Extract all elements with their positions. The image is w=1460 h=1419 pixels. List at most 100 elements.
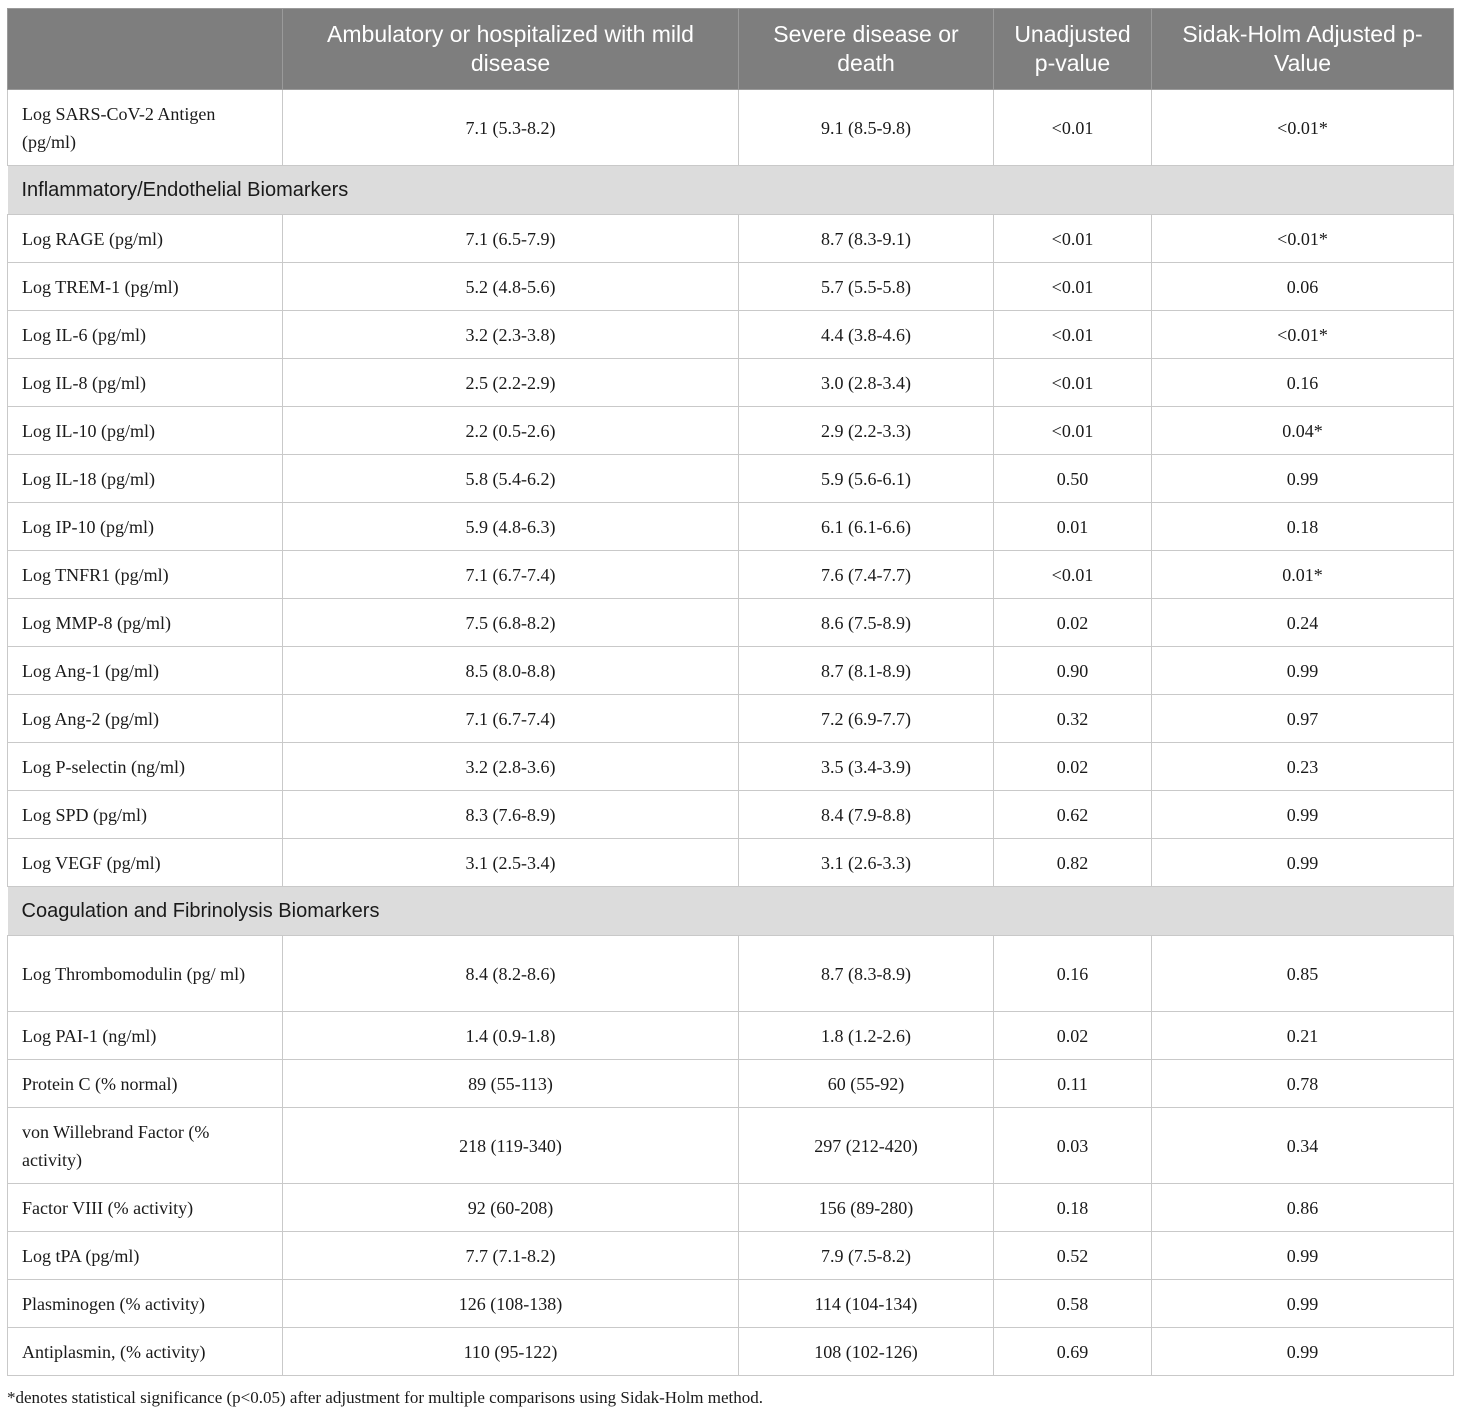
severe-value: 8.7 (8.1-8.9) [738, 646, 994, 695]
adjusted-p-value: 0.99 [1151, 1231, 1454, 1280]
adjusted-p-value: 0.99 [1151, 1327, 1454, 1376]
mild-value: 110 (95-122) [282, 1327, 739, 1376]
severe-value: 6.1 (6.1-6.6) [738, 502, 994, 551]
biomarker-name: Log RAGE (pg/ml) [7, 214, 283, 263]
mild-value: 5.8 (5.4-6.2) [282, 454, 739, 503]
severe-value: 3.5 (3.4-3.9) [738, 742, 994, 791]
biomarker-name: Log Ang-2 (pg/ml) [7, 694, 283, 743]
biomarker-name: von Willebrand Factor (% activity) [7, 1107, 283, 1184]
severe-value: 2.9 (2.2-3.3) [738, 406, 994, 455]
biomarker-name: Log IL-10 (pg/ml) [7, 406, 283, 455]
header-biomarker [7, 8, 283, 90]
severe-value: 7.6 (7.4-7.7) [738, 550, 994, 599]
unadjusted-p-value: 0.03 [993, 1107, 1152, 1184]
table-row: Factor VIII (% activity) 92 (60-208) 156 (… [7, 1183, 1454, 1232]
biomarker-name: Log SPD (pg/ml) [7, 790, 283, 839]
unadjusted-p-value: 0.69 [993, 1327, 1152, 1376]
unadjusted-p-value: 0.02 [993, 742, 1152, 791]
mild-value: 126 (108-138) [282, 1279, 739, 1328]
unadjusted-p-value: <0.01 [993, 310, 1152, 359]
unadjusted-p-value: <0.01 [993, 358, 1152, 407]
mild-value: 2.2 (0.5-2.6) [282, 406, 739, 455]
adjusted-p-value: 0.34 [1151, 1107, 1454, 1184]
table-row: Log Thrombomodulin (pg/ ml) 8.4 (8.2-8.6)… [7, 935, 1454, 1012]
biomarker-name: Log SARS-CoV-2 Antigen (pg/ml) [7, 89, 283, 166]
table-row: Log TREM-1 (pg/ml) 5.2 (4.8-5.6) 5.7 (5.5-… [7, 262, 1454, 311]
severe-value: 8.6 (7.5-8.9) [738, 598, 994, 647]
biomarker-name: Log MMP-8 (pg/ml) [7, 598, 283, 647]
table-header: Ambulatory or hospitalized with mild dis… [7, 8, 1454, 90]
table-row: Log IL-10 (pg/ml) 2.2 (0.5-2.6) 2.9 (2.2-3… [7, 406, 1454, 455]
severe-value: 5.7 (5.5-5.8) [738, 262, 994, 311]
unadjusted-p-value: 0.58 [993, 1279, 1152, 1328]
unadjusted-p-value: <0.01 [993, 214, 1152, 263]
unadjusted-p-value: 0.18 [993, 1183, 1152, 1232]
table-row: Log Ang-1 (pg/ml) 8.5 (8.0-8.8) 8.7 (8.1-8… [7, 646, 1454, 695]
table-row: Log IL-6 (pg/ml) 3.2 (2.3-3.8) 4.4 (3.8-4.… [7, 310, 1454, 359]
adjusted-p-value: 0.23 [1151, 742, 1454, 791]
mild-value: 7.1 (5.3-8.2) [282, 89, 739, 166]
biomarker-table: Ambulatory or hospitalized with mild dis… [7, 8, 1454, 1376]
biomarker-name: Log IP-10 (pg/ml) [7, 502, 283, 551]
severe-value: 8.7 (8.3-9.1) [738, 214, 994, 263]
adjusted-p-value: 0.01* [1151, 550, 1454, 599]
mild-value: 5.9 (4.8-6.3) [282, 502, 739, 551]
table-row: Log RAGE (pg/ml) 7.1 (6.5-7.9) 8.7 (8.3-9.… [7, 214, 1454, 263]
mild-value: 8.4 (8.2-8.6) [282, 935, 739, 1012]
table-row: Log IL-18 (pg/ml) 5.8 (5.4-6.2) 5.9 (5.6-6… [7, 454, 1454, 503]
mild-value: 7.7 (7.1-8.2) [282, 1231, 739, 1280]
adjusted-p-value: 0.16 [1151, 358, 1454, 407]
biomarker-name: Log tPA (pg/ml) [7, 1231, 283, 1280]
table-row: Log IL-8 (pg/ml) 2.5 (2.2-2.9) 3.0 (2.8-3.… [7, 358, 1454, 407]
adjusted-p-value: 0.99 [1151, 838, 1454, 887]
table-row: Log SPD (pg/ml) 8.3 (7.6-8.9) 8.4 (7.9-8.8… [7, 790, 1454, 839]
severe-value: 7.9 (7.5-8.2) [738, 1231, 994, 1280]
unadjusted-p-value: 0.11 [993, 1059, 1152, 1108]
biomarker-name: Plasminogen (% activity) [7, 1279, 283, 1328]
mild-value: 3.2 (2.3-3.8) [282, 310, 739, 359]
biomarker-name: Log Thrombomodulin (pg/ ml) [7, 935, 283, 1012]
section-row: Coagulation and Fibrinolysis Biomarkers [7, 886, 1454, 936]
biomarker-name: Protein C (% normal) [7, 1059, 283, 1108]
biomarker-name: Log IL-6 (pg/ml) [7, 310, 283, 359]
mild-value: 7.1 (6.7-7.4) [282, 550, 739, 599]
unadjusted-p-value: 0.16 [993, 935, 1152, 1012]
adjusted-p-value: 0.85 [1151, 935, 1454, 1012]
unadjusted-p-value: 0.32 [993, 694, 1152, 743]
mild-value: 3.1 (2.5-3.4) [282, 838, 739, 887]
adjusted-p-value: 0.06 [1151, 262, 1454, 311]
severe-value: 297 (212-420) [738, 1107, 994, 1184]
adjusted-p-value: 0.99 [1151, 454, 1454, 503]
unadjusted-p-value: 0.82 [993, 838, 1152, 887]
adjusted-p-value: 0.86 [1151, 1183, 1454, 1232]
table-row: Log Ang-2 (pg/ml) 7.1 (6.7-7.4) 7.2 (6.9-7… [7, 694, 1454, 743]
adjusted-p-value: 0.21 [1151, 1011, 1454, 1060]
table-row: Log IP-10 (pg/ml) 5.9 (4.8-6.3) 6.1 (6.1-6… [7, 502, 1454, 551]
header-severe-disease: Severe disease or death [738, 8, 994, 90]
severe-value: 5.9 (5.6-6.1) [738, 454, 994, 503]
adjusted-p-value: 0.04* [1151, 406, 1454, 455]
header-row: Ambulatory or hospitalized with mild dis… [7, 8, 1454, 90]
table-row: Protein C (% normal) 89 (55-113) 60 (55-92… [7, 1059, 1454, 1108]
adjusted-p-value: <0.01* [1151, 89, 1454, 166]
biomarker-name: Log VEGF (pg/ml) [7, 838, 283, 887]
unadjusted-p-value: 0.02 [993, 598, 1152, 647]
severe-value: 60 (55-92) [738, 1059, 994, 1108]
table-row: Log SARS-CoV-2 Antigen (pg/ml) 7.1 (5.3-8… [7, 89, 1454, 166]
mild-value: 92 (60-208) [282, 1183, 739, 1232]
unadjusted-p-value: 0.52 [993, 1231, 1152, 1280]
adjusted-p-value: <0.01* [1151, 310, 1454, 359]
adjusted-p-value: 0.18 [1151, 502, 1454, 551]
unadjusted-p-value: <0.01 [993, 550, 1152, 599]
table-row: Log MMP-8 (pg/ml) 7.5 (6.8-8.2) 8.6 (7.5-8… [7, 598, 1454, 647]
severe-value: 8.4 (7.9-8.8) [738, 790, 994, 839]
mild-value: 5.2 (4.8-5.6) [282, 262, 739, 311]
table-body: Log SARS-CoV-2 Antigen (pg/ml) 7.1 (5.3-8… [7, 89, 1454, 1376]
unadjusted-p-value: 0.50 [993, 454, 1152, 503]
table-row: Log P-selectin (ng/ml) 3.2 (2.8-3.6) 3.5 (… [7, 742, 1454, 791]
table-row: Log TNFR1 (pg/ml) 7.1 (6.7-7.4) 7.6 (7.4-7… [7, 550, 1454, 599]
severe-value: 114 (104-134) [738, 1279, 994, 1328]
mild-value: 7.1 (6.5-7.9) [282, 214, 739, 263]
mild-value: 3.2 (2.8-3.6) [282, 742, 739, 791]
section-row: Inflammatory/Endothelial Biomarkers [7, 165, 1454, 215]
